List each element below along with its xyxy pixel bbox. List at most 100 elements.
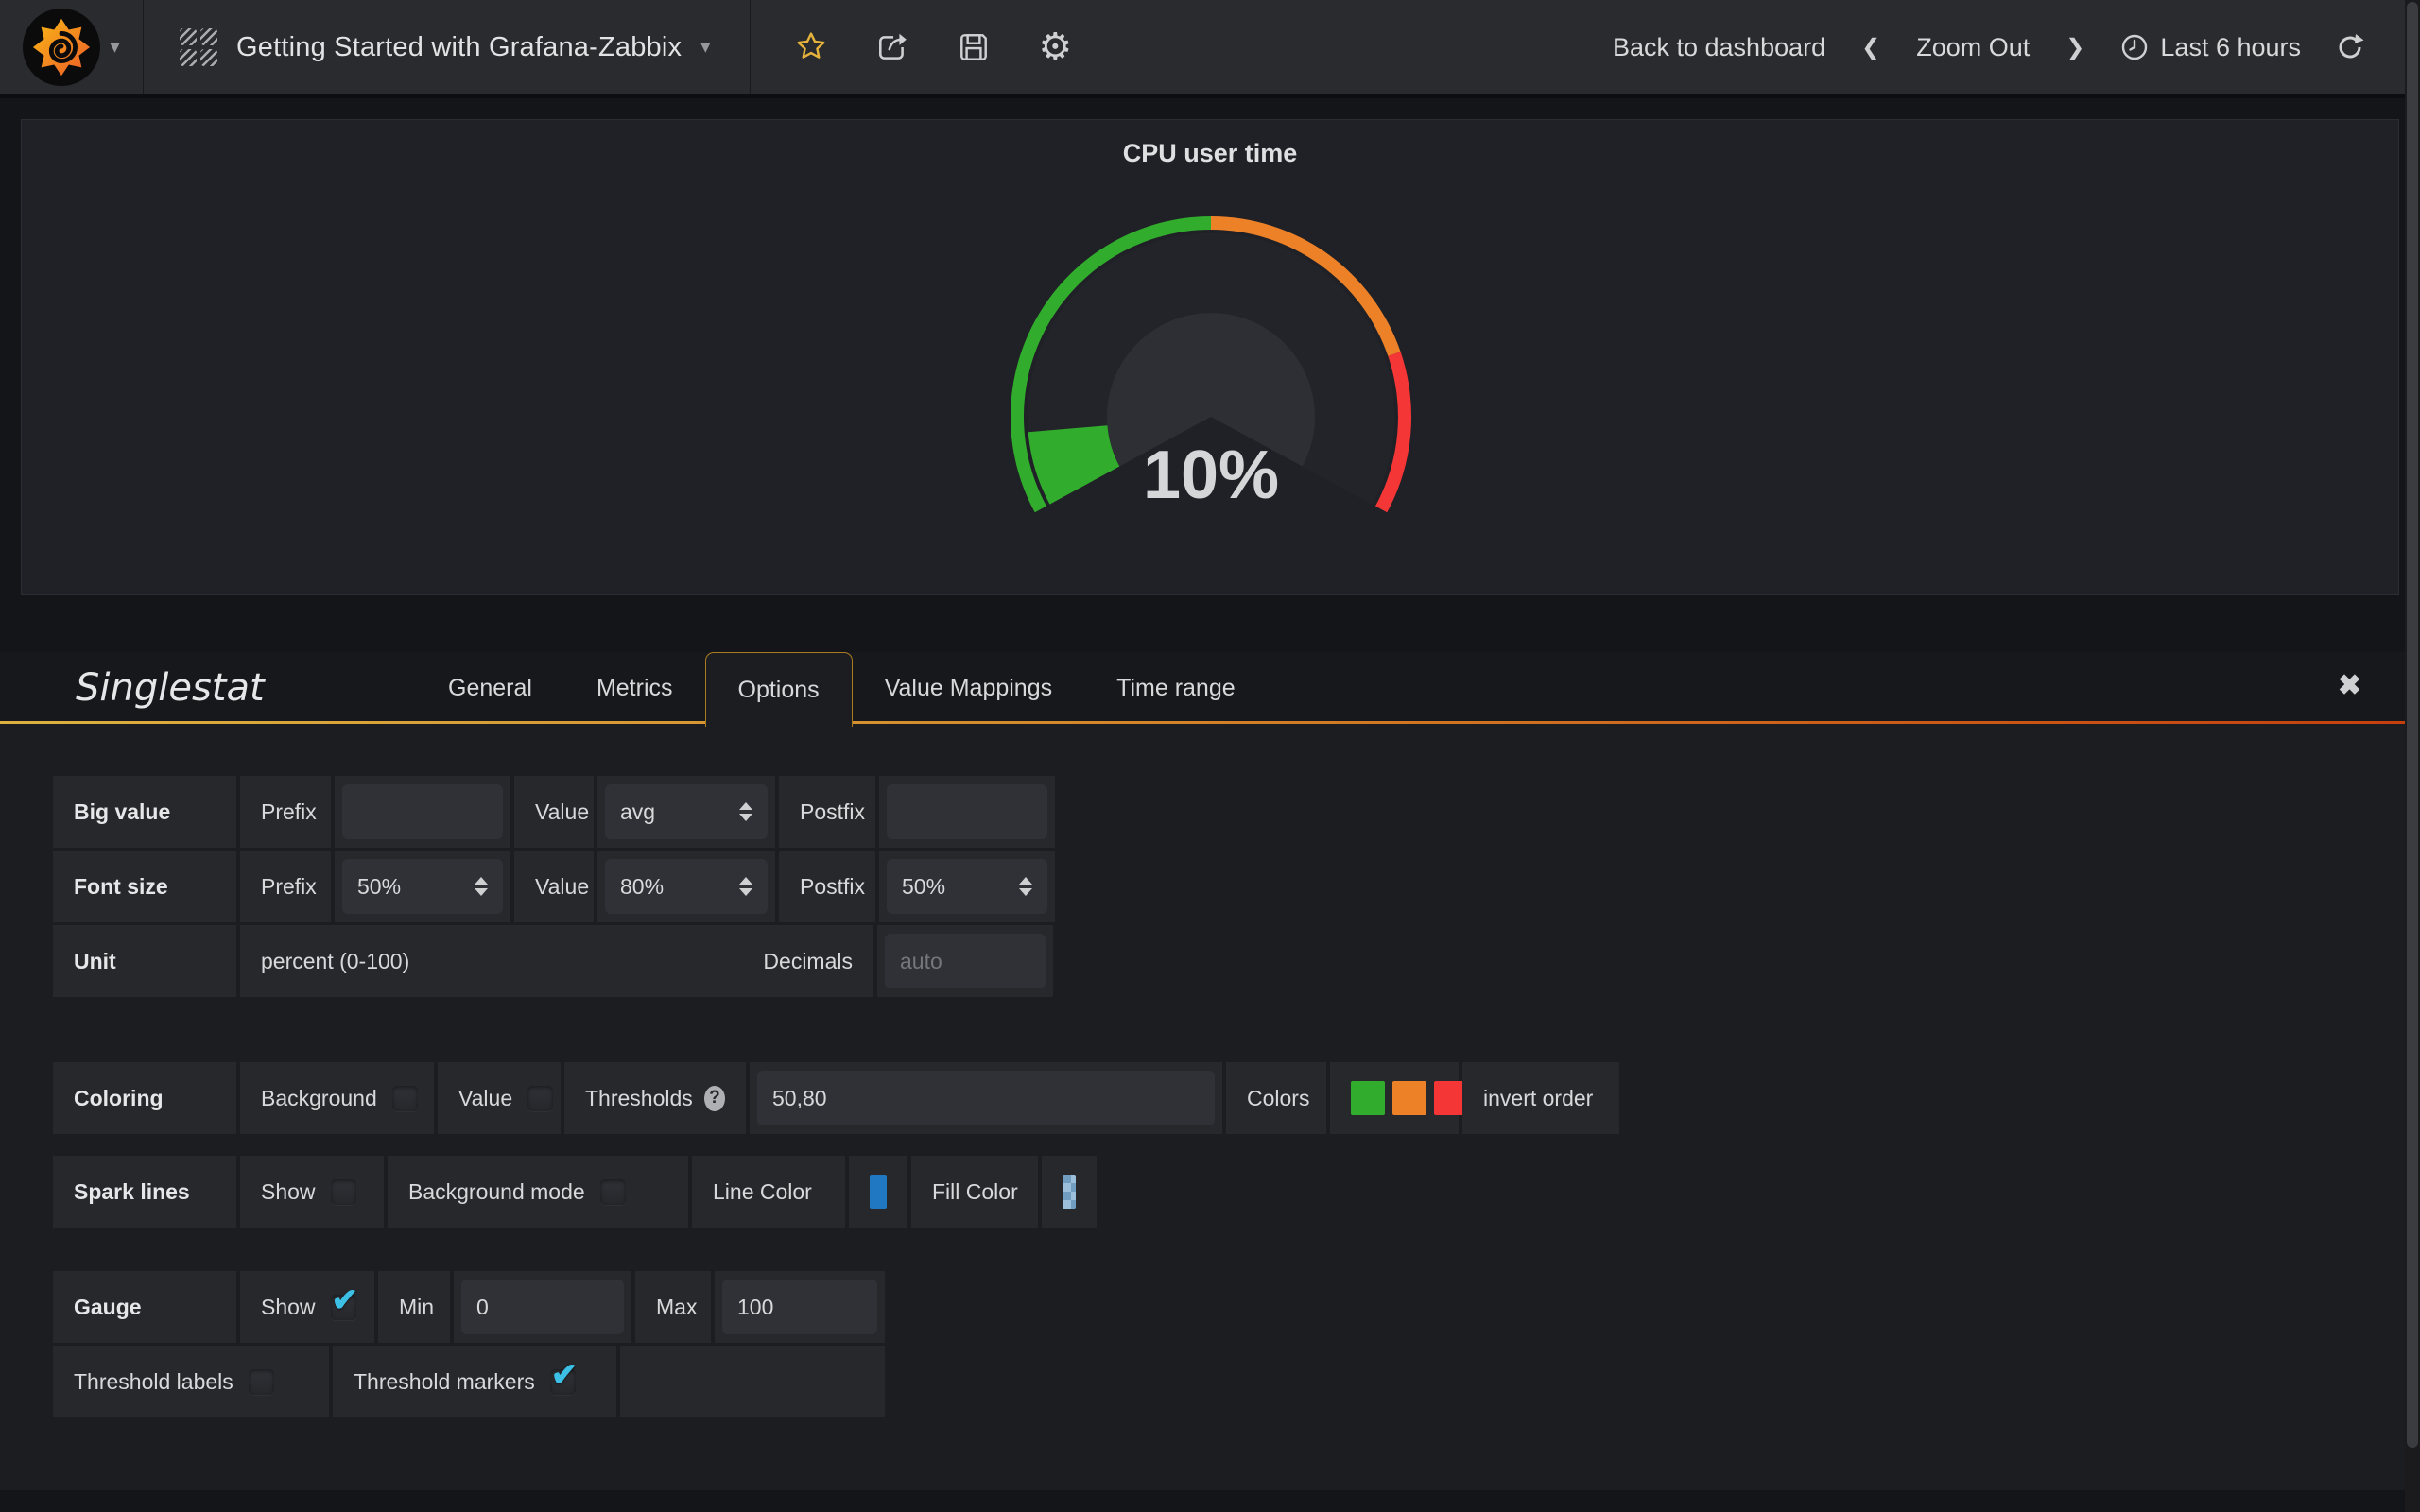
line-color-label: Line Color	[692, 1156, 845, 1228]
gear-icon[interactable]: ⚙	[1038, 30, 1072, 64]
sparklines-label: Spark lines	[53, 1156, 236, 1228]
dashboard-picker[interactable]: Getting Started with Grafana-Zabbix ▾	[144, 0, 751, 94]
fill-color-label: Fill Color	[911, 1156, 1038, 1228]
close-icon[interactable]: ✖	[2338, 669, 2361, 702]
fill-color-cell	[1042, 1156, 1097, 1228]
panel-type-heading: Singlestat	[76, 666, 312, 710]
threshold-labels-checkbox[interactable]	[249, 1369, 274, 1395]
scrollbar-thumb[interactable]	[2407, 2, 2418, 1448]
gauge-label: Gauge	[53, 1271, 236, 1343]
min-label: Min	[378, 1271, 450, 1343]
background-checkbox[interactable]	[392, 1086, 418, 1111]
select-arrows-icon	[739, 877, 752, 896]
gauge-group: Gauge Show Min Max Threshold labels Thre…	[53, 1271, 885, 1418]
font-size-row: Font size Prefix 50% Value 80% Postfix 5…	[53, 850, 1055, 922]
line-color-swatch[interactable]	[870, 1175, 887, 1209]
big-value-label: Big value	[53, 776, 236, 848]
empty-cell	[620, 1346, 885, 1418]
threshold-markers-option: Threshold markers	[333, 1346, 616, 1418]
grafana-menu-button[interactable]: ▾	[0, 0, 144, 94]
postfix-fontsize-select[interactable]: 50%	[887, 859, 1047, 914]
value-fontsize-select[interactable]: 80%	[605, 859, 768, 914]
background-mode-option: Background mode	[388, 1156, 688, 1228]
threshold-options-row: Threshold labels Threshold markers	[53, 1346, 885, 1418]
select-arrows-icon	[1019, 877, 1032, 896]
decimals-label: Decimals	[763, 949, 853, 974]
thresholds-label-cell: Thresholds ?	[564, 1062, 746, 1134]
dashboard-grid-icon	[180, 28, 217, 66]
threshold-colors-cell	[1330, 1062, 1459, 1134]
unit-row: Unit percent (0-100) Decimals	[53, 925, 1055, 997]
chevron-right-icon[interactable]: ❯	[2062, 34, 2088, 61]
tab-accent-line	[0, 721, 2420, 724]
value-label: Value	[514, 776, 594, 848]
grafana-logo-icon	[23, 9, 100, 86]
caret-down-icon: ▾	[700, 38, 710, 57]
dashboard-actions: ⚙	[794, 30, 1072, 64]
gauge-value-arc	[1028, 425, 1120, 504]
sparklines-show-option: Show	[240, 1156, 384, 1228]
options-form: Big value Prefix Value avg Postfix Font …	[0, 724, 2420, 1490]
coloring-value-option: Value	[438, 1062, 561, 1134]
postfix-label: Postfix	[779, 850, 875, 922]
panel-editor-tabs: Singlestat General Metrics Options Value…	[0, 652, 2420, 724]
gauge-show-checkbox[interactable]	[331, 1295, 356, 1320]
decimals-input[interactable]	[885, 934, 1046, 988]
colors-label: Colors	[1226, 1062, 1326, 1134]
unit-select[interactable]: percent (0-100)	[261, 949, 409, 974]
refresh-icon[interactable]	[2333, 30, 2367, 64]
sparklines-group: Spark lines Show Background mode Line Co…	[53, 1156, 1097, 1228]
color-swatch-orange[interactable]	[1392, 1081, 1426, 1115]
gauge-value-label: 10%	[1143, 438, 1279, 513]
navbar: ▾ Getting Started with Grafana-Zabbix ▾ …	[0, 0, 2420, 98]
zoom-out-button[interactable]: Zoom Out	[1916, 33, 2030, 62]
tab-time-range[interactable]: Time range	[1084, 652, 1268, 724]
save-icon[interactable]	[957, 30, 991, 64]
chevron-left-icon[interactable]: ❮	[1858, 34, 1884, 61]
back-to-dashboard-button[interactable]: Back to dashboard	[1613, 33, 1825, 62]
prefix-fontsize-select[interactable]: 50%	[342, 859, 503, 914]
value-checkbox[interactable]	[527, 1086, 553, 1111]
star-icon[interactable]	[794, 30, 828, 64]
tab-value-mappings[interactable]: Value Mappings	[853, 652, 1084, 724]
navbar-right: Back to dashboard ❮ Zoom Out ❯ Last 6 ho…	[1613, 30, 2420, 64]
value-label: Value	[514, 850, 594, 922]
gauge-chart: 10%	[22, 120, 2400, 594]
postfix-label: Postfix	[779, 776, 875, 848]
caret-down-icon: ▾	[110, 38, 119, 57]
value-stat-select[interactable]: avg	[605, 784, 768, 839]
scrollbar-track[interactable]	[2405, 0, 2420, 1512]
singlestat-panel: CPU user time 10%	[21, 119, 2399, 595]
threshold-markers-checkbox[interactable]	[550, 1369, 576, 1395]
color-swatch-green[interactable]	[1351, 1081, 1385, 1115]
dashboard-title: Getting Started with Grafana-Zabbix	[236, 32, 682, 63]
tab-options[interactable]: Options	[705, 652, 853, 727]
sparklines-row: Spark lines Show Background mode Line Co…	[53, 1156, 1097, 1228]
gauge-min-input[interactable]	[461, 1280, 624, 1334]
time-range-label: Last 6 hours	[2160, 33, 2301, 62]
time-range-picker[interactable]: Last 6 hours	[2120, 33, 2301, 62]
fill-color-swatch[interactable]	[1063, 1175, 1076, 1209]
postfix-input[interactable]	[887, 784, 1047, 839]
select-arrows-icon	[475, 877, 488, 896]
prefix-label: Prefix	[240, 776, 331, 848]
gauge-max-input[interactable]	[722, 1280, 877, 1334]
coloring-label: Coloring	[53, 1062, 236, 1134]
grafana-flame-icon	[30, 16, 93, 78]
clock-icon	[2120, 33, 2149, 61]
gauge-show-option: Show	[240, 1271, 374, 1343]
prefix-input[interactable]	[342, 784, 503, 839]
tab-metrics[interactable]: Metrics	[564, 652, 705, 724]
invert-order-button[interactable]: invert order	[1483, 1086, 1593, 1111]
font-size-label: Font size	[53, 850, 236, 922]
max-label: Max	[635, 1271, 711, 1343]
tab-general[interactable]: General	[416, 652, 564, 724]
coloring-group: Coloring Background Value Thresholds ? C…	[53, 1062, 1619, 1134]
help-icon[interactable]: ?	[704, 1086, 725, 1111]
gauge-row: Gauge Show Min Max	[53, 1271, 885, 1343]
share-icon[interactable]	[875, 30, 909, 64]
background-mode-checkbox[interactable]	[600, 1179, 626, 1205]
thresholds-input[interactable]	[757, 1071, 1215, 1125]
unit-label: Unit	[53, 925, 236, 997]
sparklines-show-checkbox[interactable]	[331, 1179, 356, 1205]
